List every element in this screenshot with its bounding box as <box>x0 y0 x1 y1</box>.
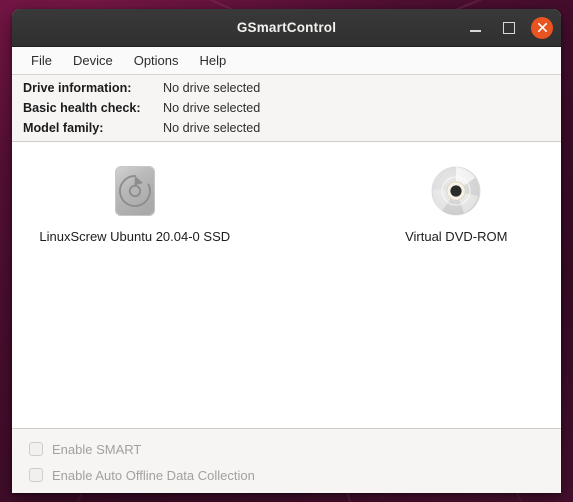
footer-options: Enable SMART Enable Auto Offline Data Co… <box>12 429 561 493</box>
close-icon <box>537 22 547 33</box>
application-window: GSmartControl File Device Options Help D… <box>12 9 561 493</box>
menu-bar: File Device Options Help <box>12 47 561 75</box>
enable-smart-label: Enable SMART <box>52 441 142 457</box>
drive-info-panel: Drive information: No drive selected Bas… <box>12 75 561 142</box>
checkbox-row-enable-auto-offline[interactable]: Enable Auto Offline Data Collection <box>29 462 561 488</box>
drive-item-ssd[interactable]: LinuxScrew Ubuntu 20.04-0 SSD <box>30 158 240 248</box>
drive-label-dvdrom: Virtual DVD-ROM <box>405 229 508 244</box>
info-row-drive-information: Drive information: No drive selected <box>23 81 561 99</box>
enable-auto-offline-label: Enable Auto Offline Data Collection <box>52 467 255 483</box>
window-controls <box>463 9 553 46</box>
drive-list: LinuxScrew Ubuntu 20.04-0 SSD Virtual DV… <box>12 158 561 248</box>
enable-smart-checkbox[interactable] <box>29 442 43 456</box>
info-label-drive-information: Drive information: <box>23 81 132 95</box>
drive-item-dvdrom[interactable]: Virtual DVD-ROM <box>352 158 562 248</box>
drive-label-ssd: LinuxScrew Ubuntu 20.04-0 SSD <box>39 229 231 244</box>
checkbox-row-enable-smart[interactable]: Enable SMART <box>29 436 561 462</box>
menu-item-options[interactable]: Options <box>125 50 188 71</box>
drive-list-area: LinuxScrew Ubuntu 20.04-0 SSD Virtual DV… <box>12 142 561 429</box>
menu-item-file[interactable]: File <box>22 50 61 71</box>
enable-auto-offline-checkbox[interactable] <box>29 468 43 482</box>
title-bar[interactable]: GSmartControl <box>12 9 561 47</box>
menu-item-help[interactable]: Help <box>191 50 236 71</box>
info-value-basic-health-check: No drive selected <box>163 101 261 115</box>
optical-disc-icon <box>427 162 485 220</box>
info-value-drive-information: No drive selected <box>163 81 261 95</box>
window-title: GSmartControl <box>236 20 337 35</box>
minimize-button[interactable] <box>463 16 487 40</box>
close-button[interactable] <box>531 16 553 39</box>
info-row-model-family: Model family: No drive selected <box>23 121 561 139</box>
info-row-basic-health-check: Basic health check: No drive selected <box>23 101 561 119</box>
maximize-button[interactable] <box>497 16 521 40</box>
info-value-model-family: No drive selected <box>163 121 261 135</box>
menu-item-device[interactable]: Device <box>64 50 122 71</box>
info-label-basic-health-check: Basic health check: <box>23 101 141 115</box>
hard-disk-icon <box>106 162 164 220</box>
minimize-icon <box>469 30 481 32</box>
info-label-model-family: Model family: <box>23 121 104 135</box>
maximize-icon <box>503 21 515 34</box>
